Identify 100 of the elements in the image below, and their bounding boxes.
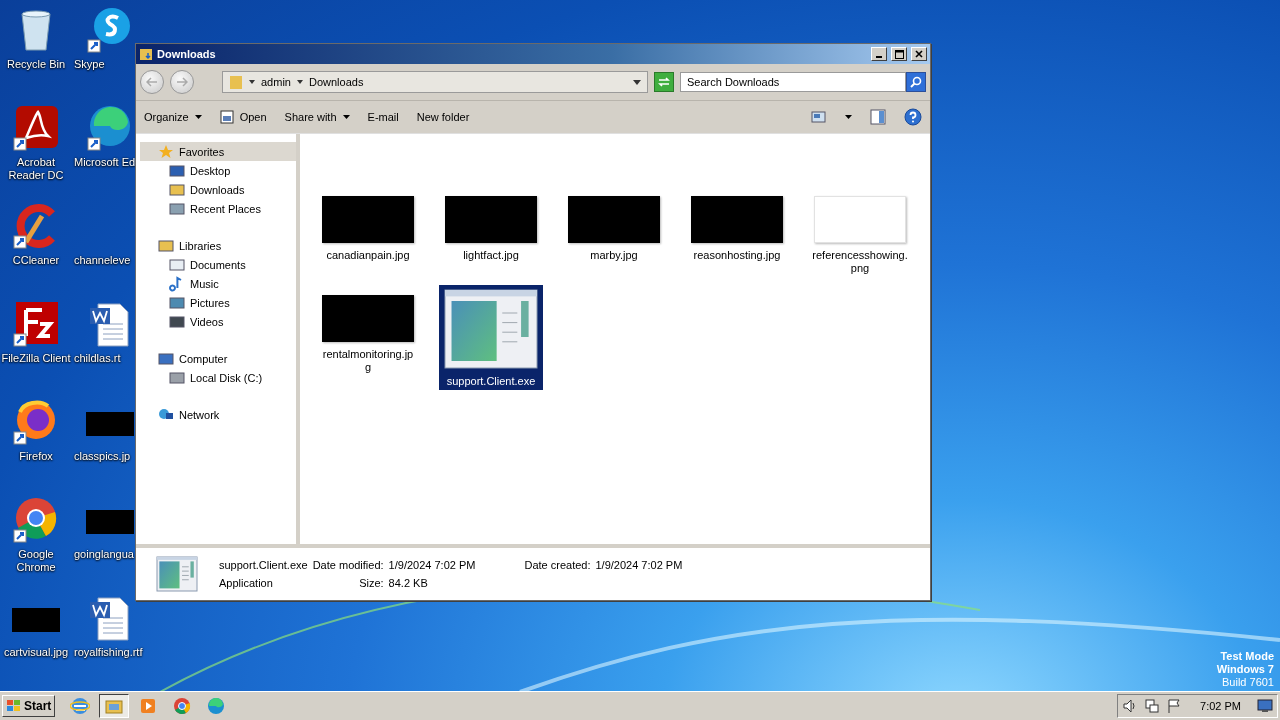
file-item[interactable]: rentalmonitoring.jpg: [316, 285, 420, 390]
file-item[interactable]: referencesshowing.png: [808, 186, 912, 277]
nav-item[interactable]: Music: [140, 274, 296, 293]
desktop-shortcut[interactable]: CCleaner: [0, 202, 72, 267]
watermark-text: Windows 7: [1216, 663, 1274, 676]
monitor-icon: [158, 350, 174, 367]
folder-icon: [158, 237, 174, 254]
window-title: Downloads: [157, 48, 217, 60]
file-name: support.Client.exe: [219, 558, 308, 572]
desktop-shortcut[interactable]: FileZilla Client: [0, 300, 72, 365]
star-icon: [158, 143, 174, 160]
view-menu-button[interactable]: [845, 115, 852, 119]
file-item[interactable]: canadianpain.jpg: [316, 186, 420, 277]
nav-item[interactable]: Videos: [140, 312, 296, 331]
nav-item[interactable]: Network: [140, 405, 296, 424]
clock[interactable]: 7:02 PM: [1200, 700, 1241, 712]
internet-explorer-icon: [70, 696, 91, 716]
back-arrow-icon: [146, 77, 158, 87]
nav-item[interactable]: Recent Places: [140, 199, 296, 218]
detail-label: Date modified:: [312, 558, 384, 572]
caret-icon: [249, 80, 255, 84]
desktop-shortcut[interactable]: goinglangua: [74, 496, 134, 561]
nav-item[interactable]: Downloads: [140, 180, 296, 199]
help-button[interactable]: [904, 108, 922, 126]
file-item[interactable]: marby.jpg: [562, 186, 666, 277]
watermark-text: Build 7601: [1222, 676, 1274, 689]
desktop-shortcut[interactable]: Skype: [74, 6, 134, 71]
folder-icon: [229, 74, 243, 90]
search-icon: [910, 76, 922, 88]
refresh-button[interactable]: [654, 72, 674, 92]
filezilla-icon: [12, 300, 60, 348]
detail-label: Size:: [359, 576, 384, 590]
window-icon: [219, 110, 234, 124]
watermark-text: Test Mode: [1220, 650, 1274, 663]
maximize-icon: [894, 49, 904, 59]
desktop-shortcut[interactable]: royalfishing.rtf: [74, 594, 143, 659]
file-type: Application: [219, 576, 273, 590]
breadcrumb-item[interactable]: admin: [249, 76, 291, 88]
desktop-shortcut[interactable]: Google Chrome: [0, 496, 72, 574]
address-bar[interactable]: admin Downloads: [222, 71, 648, 93]
desktop-icon: [169, 162, 185, 179]
refresh-icon: [658, 77, 670, 87]
start-button[interactable]: Start: [2, 695, 56, 717]
picture-icon: [169, 294, 185, 311]
folder-icon: [169, 181, 185, 198]
nav-item[interactable]: Libraries: [140, 236, 296, 255]
minimize-button[interactable]: [871, 47, 887, 61]
taskbar-app[interactable]: [99, 694, 130, 718]
acrobat-icon: [12, 104, 60, 152]
browser-icon: [206, 696, 227, 716]
folder-icon: [139, 47, 153, 61]
caret-icon: [194, 115, 202, 119]
nav-item[interactable]: Pictures: [140, 293, 296, 312]
caret-icon: [845, 115, 852, 119]
breadcrumb-item[interactable]: Downloads: [296, 76, 364, 88]
view-icon: [811, 110, 827, 124]
desktop-shortcut[interactable]: classpics.jp: [74, 398, 134, 463]
file-item[interactable]: lightfact.jpg: [439, 186, 543, 277]
desktop-shortcut[interactable]: cartvisual.jpg: [0, 594, 72, 659]
toolbar-button[interactable]: Organize: [144, 111, 202, 123]
network-icon[interactable]: [1144, 698, 1161, 714]
desktop-shortcut[interactable]: Firefox: [0, 398, 72, 463]
close-button[interactable]: [911, 47, 927, 61]
desktop-shortcut[interactable]: Acrobat Reader DC: [0, 104, 72, 182]
toolbar-button[interactable]: Share with: [284, 111, 350, 123]
preview-pane-button[interactable]: [870, 109, 886, 125]
film-icon: [169, 313, 185, 330]
pane-icon: [870, 109, 886, 125]
nav-item[interactable]: Desktop: [140, 161, 296, 180]
search-field[interactable]: Search Downloads: [680, 72, 906, 92]
caret-icon[interactable]: [633, 79, 641, 85]
detail-value: 84.2 KB: [388, 576, 428, 590]
nav-item[interactable]: Documents: [140, 255, 296, 274]
flag-icon[interactable]: [1166, 698, 1183, 714]
toolbar-button[interactable]: Open: [219, 110, 267, 124]
desktop-shortcut[interactable]: channeleve: [74, 202, 131, 267]
desktop-shortcut[interactable]: Microsoft Ed: [74, 104, 136, 169]
toolbar-button[interactable]: New folder: [416, 111, 470, 123]
nav-item[interactable]: Local Disk (C:): [140, 368, 296, 387]
show-desktop-icon[interactable]: [1257, 699, 1273, 713]
application-window-icon: [156, 556, 198, 592]
maximize-button[interactable]: [891, 47, 907, 61]
caret-icon: [296, 80, 303, 84]
nav-item[interactable]: Favorites: [140, 142, 296, 161]
file-item[interactable]: support.Client.exe: [439, 285, 543, 390]
windows-logo-icon: [6, 699, 22, 713]
forward-arrow-icon: [176, 77, 188, 87]
close-icon: [915, 50, 923, 58]
desktop-shortcut[interactable]: childlas.rt: [74, 300, 134, 365]
file-item[interactable]: reasonhosting.jpg: [685, 186, 789, 277]
detail-value: 1/9/2024 7:02 PM: [388, 558, 476, 572]
chrome-icon: [172, 696, 193, 716]
desktop-shortcut[interactable]: Recycle Bin: [0, 6, 72, 71]
caret-icon: [342, 115, 350, 119]
help-icon: [904, 108, 922, 126]
detail-value: 1/9/2024 7:02 PM: [595, 558, 683, 572]
search-button[interactable]: [906, 72, 926, 92]
view-button[interactable]: [811, 110, 827, 124]
toolbar-button[interactable]: E-mail: [367, 111, 399, 123]
nav-item[interactable]: Computer: [140, 349, 296, 368]
